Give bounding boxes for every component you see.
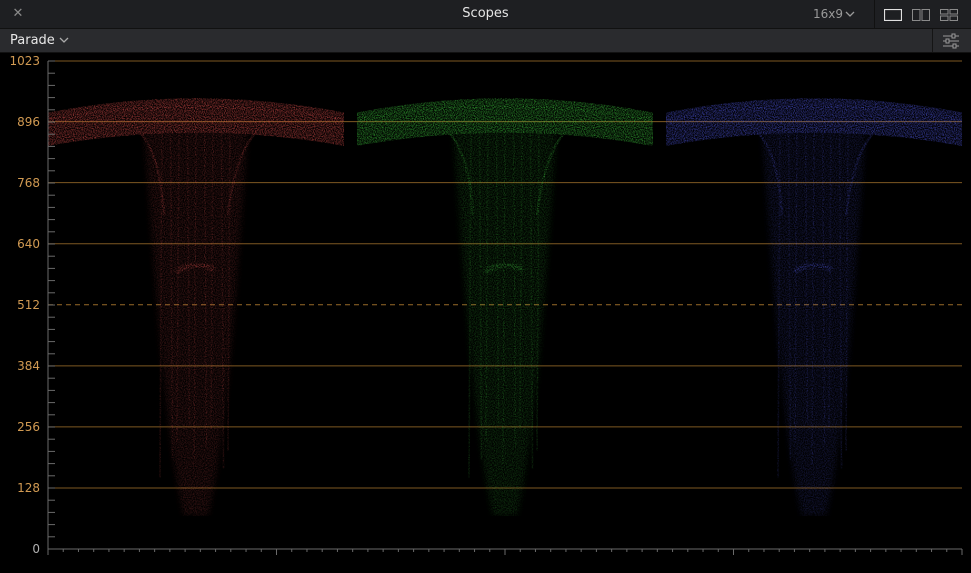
scope-mode-label: Parade — [10, 33, 55, 48]
green-channel-trace — [356, 98, 654, 516]
y-tick-label: 384 — [17, 358, 40, 373]
y-tick-label: 896 — [17, 114, 40, 129]
aspect-ratio-label: 16x9 — [813, 7, 844, 21]
parade-scope: 1023 896 768 640 512 384 256 128 0 — [0, 53, 971, 573]
red-channel-trace — [47, 98, 345, 516]
chevron-down-icon — [59, 36, 69, 47]
aspect-ratio-dropdown[interactable]: 16x9 — [813, 7, 855, 21]
divider — [874, 0, 875, 28]
y-tick-label: 0 — [32, 542, 40, 556]
sliders-icon — [943, 33, 959, 49]
y-tick-label: 128 — [17, 480, 40, 495]
parade-plot — [47, 60, 963, 555]
single-view-icon — [884, 9, 902, 21]
quad-view-button[interactable] — [940, 9, 958, 21]
chevron-down-icon — [845, 7, 855, 21]
y-tick-label: 640 — [17, 236, 40, 251]
y-tick-label: 768 — [17, 175, 40, 190]
dual-view-icon — [912, 9, 930, 21]
quad-view-icon — [940, 9, 958, 21]
dual-view-button[interactable] — [912, 9, 930, 21]
blue-channel-trace — [665, 98, 963, 516]
title-bar: ✕ Scopes 16x9 — [0, 0, 971, 29]
scope-settings-button[interactable] — [940, 32, 962, 49]
scope-mode-dropdown[interactable]: Parade — [10, 33, 69, 48]
y-tick-label: 1023 — [9, 54, 40, 68]
scope-toolbar: Parade — [0, 29, 971, 53]
y-tick-label: 512 — [17, 297, 40, 312]
y-tick-label: 256 — [17, 419, 40, 434]
divider — [932, 29, 933, 52]
single-view-button[interactable] — [884, 9, 902, 21]
